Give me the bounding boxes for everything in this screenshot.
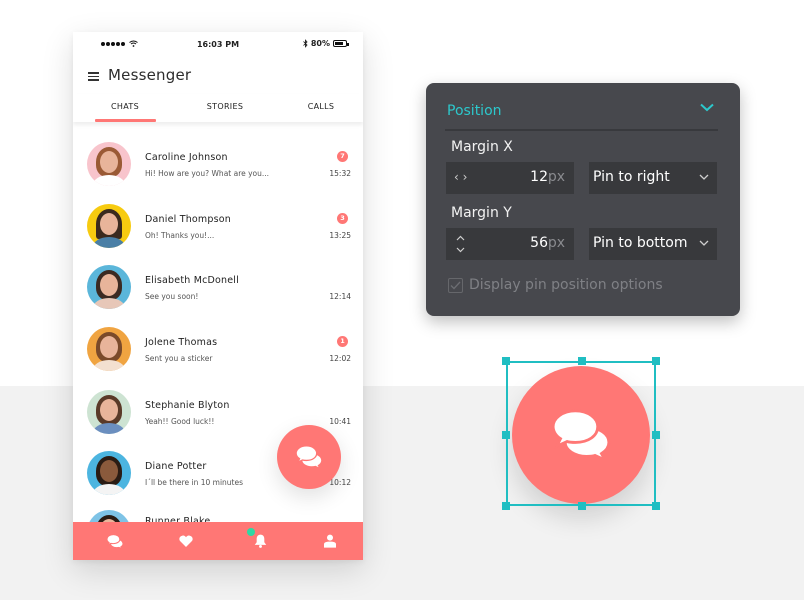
tab-calls[interactable]: CALLS xyxy=(291,102,351,111)
chat-row[interactable]: Caroline Johnson Hi! How are you? What a… xyxy=(73,134,363,194)
battery-percent: 80% xyxy=(310,39,330,48)
chat-name: Jolene Thomas xyxy=(145,337,218,348)
avatar xyxy=(87,451,131,495)
margin-y-value: 56 xyxy=(530,235,548,251)
chat-bubbles-icon xyxy=(295,445,323,469)
bottom-nav xyxy=(73,522,363,560)
tab-bar: CHATS STORIES CALLS xyxy=(73,94,363,122)
nav-favorites[interactable] xyxy=(176,531,196,551)
chat-time: 12:02 xyxy=(329,354,351,363)
unread-badge: 7 xyxy=(337,151,348,162)
margin-x-input[interactable]: ‹ › 12 px xyxy=(446,162,574,194)
chat-time: 13:25 xyxy=(329,231,351,240)
panel-title: Position xyxy=(447,103,502,119)
margin-y-input[interactable]: 56 px xyxy=(446,228,574,260)
pin-y-select[interactable]: Pin to bottom xyxy=(589,228,717,260)
heart-icon xyxy=(179,535,193,547)
resize-handle-right[interactable] xyxy=(652,431,660,439)
margin-x-unit: px xyxy=(547,169,565,185)
selection-frame xyxy=(506,361,656,506)
chat-time: 12:14 xyxy=(329,292,351,301)
user-icon xyxy=(324,534,336,548)
chat-message: I´ll be there in 10 minutes xyxy=(145,478,244,487)
chat-message: Oh! Thanks you!... xyxy=(145,231,215,240)
avatar xyxy=(87,390,131,434)
avatar xyxy=(87,204,131,248)
display-pin-options-checkbox[interactable] xyxy=(448,277,463,293)
nav-notifications[interactable] xyxy=(247,528,270,551)
pin-x-value: Pin to right xyxy=(593,169,670,185)
avatar xyxy=(87,265,131,309)
phone-mockup: 16:03 PM 80% Messenger CHATS STORIES CAL… xyxy=(73,32,363,560)
chat-message: Sent you a sticker xyxy=(145,354,213,363)
unread-badge: 3 xyxy=(337,213,348,224)
resize-handle-bottom[interactable] xyxy=(578,502,586,510)
hamburger-icon[interactable] xyxy=(88,72,99,81)
checkmark-icon xyxy=(450,281,461,289)
chat-time: 15:32 xyxy=(329,169,351,178)
unread-badge: 1 xyxy=(337,336,348,347)
chat-bubbles-icon xyxy=(106,533,124,549)
chat-row[interactable]: Daniel Thompson Oh! Thanks you!... 3 13:… xyxy=(73,196,363,256)
panel-divider xyxy=(445,129,718,131)
status-bar: 16:03 PM 80% xyxy=(73,32,363,58)
display-pin-options-label: Display pin position options xyxy=(469,277,663,293)
avatar xyxy=(87,142,131,186)
chat-name: Daniel Thompson xyxy=(145,214,232,225)
resize-handle-top-left[interactable] xyxy=(502,357,510,365)
avatar xyxy=(87,510,131,522)
tab-chats[interactable]: CHATS xyxy=(95,102,155,111)
nav-chats[interactable] xyxy=(105,531,125,551)
avatar xyxy=(87,327,131,371)
chat-row[interactable]: Runner Blake xyxy=(73,505,363,522)
chat-row[interactable]: Jolene Thomas Sent you a sticker 1 12:02 xyxy=(73,319,363,379)
pin-y-value: Pin to bottom xyxy=(593,235,688,251)
margin-x-value: 12 xyxy=(530,169,548,185)
chat-row[interactable]: Elisabeth McDonell See you soon! 12:14 xyxy=(73,257,363,317)
position-panel: Position Margin X ‹ › 12 px Pin to right… xyxy=(426,83,740,316)
chevron-down-icon xyxy=(699,174,709,180)
chat-name: Caroline Johnson xyxy=(145,152,228,163)
battery-icon xyxy=(333,40,349,47)
resize-handle-top-right[interactable] xyxy=(652,357,660,365)
bell-icon xyxy=(254,534,266,548)
collapse-chevron-icon[interactable] xyxy=(700,103,714,112)
chat-name: Elisabeth McDonell xyxy=(145,275,239,286)
chat-message: See you soon! xyxy=(145,292,199,301)
app-header: Messenger xyxy=(73,62,363,90)
chat-message: Yeah!! Good luck!! xyxy=(145,417,215,426)
app-title: Messenger xyxy=(108,66,192,84)
new-chat-fab[interactable] xyxy=(277,425,341,489)
chat-time: 10:12 xyxy=(329,478,351,487)
chat-name: Diane Potter xyxy=(145,461,207,472)
resize-handle-bottom-right[interactable] xyxy=(652,502,660,510)
chat-message: Hi! How are you? What are you... xyxy=(145,169,270,178)
notification-dot xyxy=(247,528,255,536)
margin-y-label: Margin Y xyxy=(451,205,512,221)
vertical-arrows-icon[interactable] xyxy=(456,235,465,253)
bluetooth-icon xyxy=(303,39,308,48)
display-pin-options-row[interactable]: Display pin position options xyxy=(448,277,663,293)
resize-handle-top[interactable] xyxy=(578,357,586,365)
tab-stories[interactable]: STORIES xyxy=(193,102,257,111)
chat-name: Stephanie Blyton xyxy=(145,400,230,411)
chevron-down-icon xyxy=(699,240,709,246)
pin-x-select[interactable]: Pin to right xyxy=(589,162,717,194)
nav-profile[interactable] xyxy=(320,531,340,551)
margin-y-unit: px xyxy=(547,235,565,251)
chat-time: 10:41 xyxy=(329,417,351,426)
resize-handle-bottom-left[interactable] xyxy=(502,502,510,510)
resize-handle-left[interactable] xyxy=(502,431,510,439)
horizontal-arrows-icon[interactable]: ‹ › xyxy=(454,170,467,184)
margin-x-label: Margin X xyxy=(451,139,513,155)
